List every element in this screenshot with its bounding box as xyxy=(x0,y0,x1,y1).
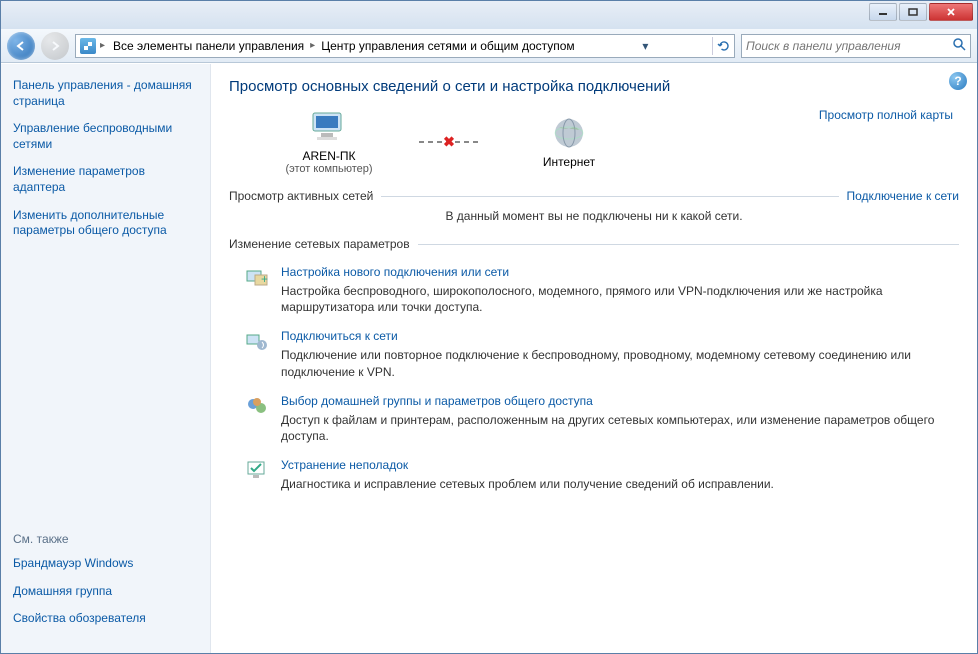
task-new-connection-link[interactable]: Настройка нового подключения или сети xyxy=(281,265,959,279)
search-box[interactable] xyxy=(741,34,971,58)
titlebar xyxy=(1,1,977,29)
forward-button[interactable] xyxy=(41,32,69,60)
internet-node: Интернет xyxy=(509,115,629,169)
breadcrumb-current[interactable]: Центр управления сетями и общим доступом xyxy=(317,37,579,55)
change-settings-section: Изменение сетевых параметров xyxy=(229,237,959,251)
computer-icon xyxy=(307,109,351,145)
task-troubleshoot: Устранение неполадок Диагностика и испра… xyxy=(245,458,959,492)
pc-node: AREN-ПК (этот компьютер) xyxy=(269,109,389,175)
pc-name: AREN-ПК xyxy=(303,149,356,163)
task-homegroup-link[interactable]: Выбор домашней группы и параметров общег… xyxy=(281,394,959,408)
breadcrumb-all-items[interactable]: Все элементы панели управления xyxy=(109,37,308,55)
disconnected-icon: ✖ xyxy=(443,134,455,151)
navigation-bar: ▸ Все элементы панели управления ▸ Центр… xyxy=(1,29,977,63)
task-new-connection: + Настройка нового подключения или сети … xyxy=(245,265,959,315)
sidebar-see-also: См. также Брандмауэр Windows Домашняя гр… xyxy=(13,532,198,639)
body: Панель управления - домашняя страница Уп… xyxy=(1,63,977,653)
homegroup-link[interactable]: Домашняя группа xyxy=(13,584,198,600)
refresh-button[interactable] xyxy=(712,37,730,55)
advanced-sharing-link[interactable]: Изменить дополнительные параметры общего… xyxy=(13,208,198,239)
task-new-connection-desc: Настройка беспроводного, широкополосного… xyxy=(281,283,959,315)
sidebar: Панель управления - домашняя страница Уп… xyxy=(1,64,211,653)
active-networks-section: Просмотр активных сетей Подключение к се… xyxy=(229,189,959,203)
divider xyxy=(381,196,838,197)
svg-text:+: + xyxy=(261,272,268,286)
troubleshoot-icon xyxy=(245,458,269,482)
globe-icon xyxy=(547,115,591,151)
help-icon[interactable]: ? xyxy=(949,72,967,90)
sidebar-top: Панель управления - домашняя страница Уп… xyxy=(13,78,198,532)
page-title: Просмотр основных сведений о сети и наст… xyxy=(229,78,959,95)
connect-icon xyxy=(245,329,269,353)
connect-to-network-link[interactable]: Подключение к сети xyxy=(847,189,959,203)
no-networks-message: В данный момент вы не подключены ни к ка… xyxy=(229,209,959,223)
window-buttons xyxy=(869,3,973,21)
adapter-settings-link[interactable]: Изменение параметров адаптера xyxy=(13,164,198,195)
task-homegroup-desc: Доступ к файлам и принтерам, расположенн… xyxy=(281,412,959,444)
control-panel-icon xyxy=(80,38,96,54)
firewall-link[interactable]: Брандмауэр Windows xyxy=(13,556,198,572)
minimize-button[interactable] xyxy=(869,3,897,21)
chevron-right-icon: ▸ xyxy=(310,40,315,51)
connection-line: ✖ xyxy=(419,141,479,143)
pc-sublabel: (этот компьютер) xyxy=(285,163,372,175)
close-button[interactable] xyxy=(929,3,973,21)
task-troubleshoot-desc: Диагностика и исправление сетевых пробле… xyxy=(281,476,774,492)
history-dropdown-icon[interactable]: ▾ xyxy=(636,37,654,55)
task-troubleshoot-link[interactable]: Устранение неполадок xyxy=(281,458,774,472)
internet-options-link[interactable]: Свойства обозревателя xyxy=(13,611,198,627)
maximize-button[interactable] xyxy=(899,3,927,21)
content: ? Просмотр основных сведений о сети и на… xyxy=(211,64,977,653)
change-settings-label: Изменение сетевых параметров xyxy=(229,237,410,251)
task-connect: Подключиться к сети Подключение или повт… xyxy=(245,329,959,379)
new-connection-icon: + xyxy=(245,265,269,289)
task-connect-desc: Подключение или повторное подключение к … xyxy=(281,347,959,379)
chevron-right-icon: ▸ xyxy=(100,40,105,51)
window: ▸ Все элементы панели управления ▸ Центр… xyxy=(0,0,978,654)
internet-label: Интернет xyxy=(543,155,595,169)
address-bar[interactable]: ▸ Все элементы панели управления ▸ Центр… xyxy=(75,34,735,58)
task-connect-link[interactable]: Подключиться к сети xyxy=(281,329,959,343)
back-button[interactable] xyxy=(7,32,35,60)
control-panel-home-link[interactable]: Панель управления - домашняя страница xyxy=(13,78,198,109)
search-input[interactable] xyxy=(746,39,952,53)
manage-wireless-link[interactable]: Управление беспроводными сетями xyxy=(13,121,198,152)
see-also-label: См. также xyxy=(13,532,198,546)
active-networks-label: Просмотр активных сетей xyxy=(229,189,373,203)
task-homegroup: Выбор домашней группы и параметров общег… xyxy=(245,394,959,444)
divider xyxy=(418,244,959,245)
homegroup-icon xyxy=(245,394,269,418)
breadcrumb: Все элементы панели управления ▸ Центр у… xyxy=(109,37,579,55)
view-full-map-link[interactable]: Просмотр полной карты xyxy=(819,108,953,124)
search-icon[interactable] xyxy=(952,37,966,54)
